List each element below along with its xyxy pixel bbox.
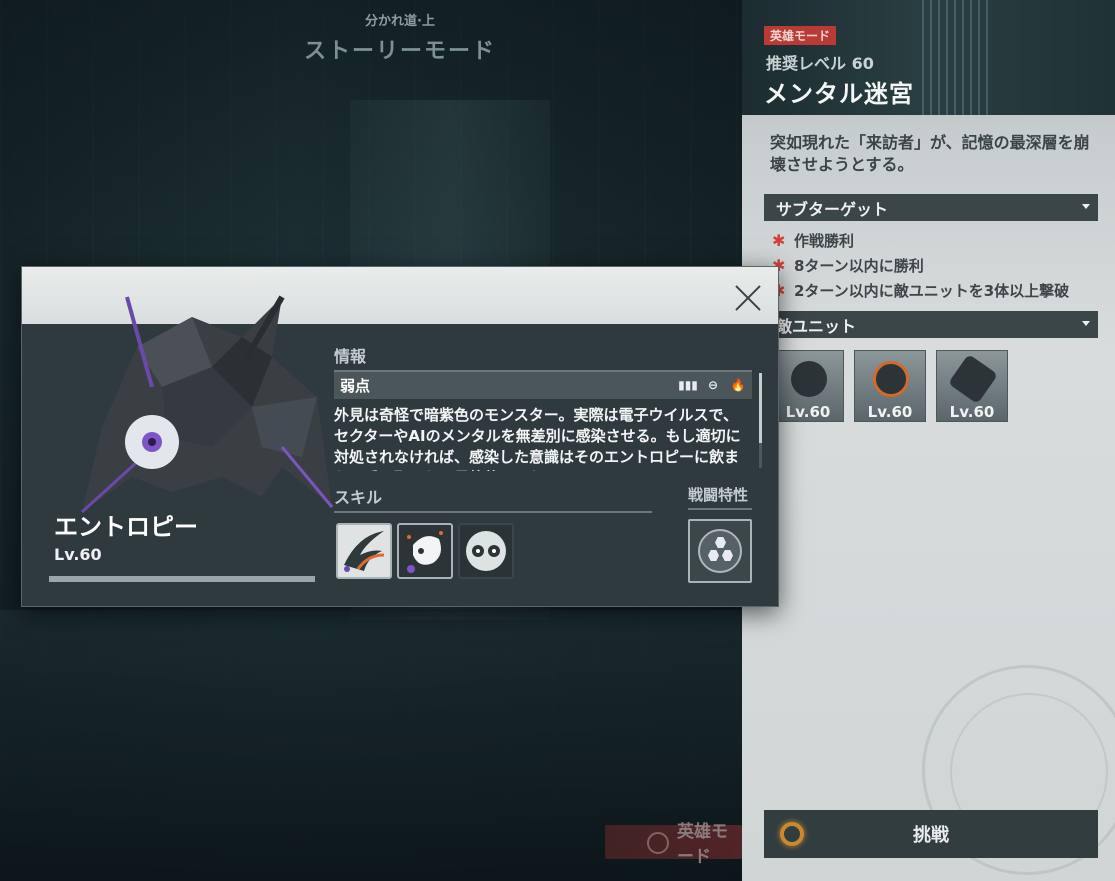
info-section-header: 情報 <box>334 343 752 372</box>
ring-icon <box>780 822 804 846</box>
story-title[interactable]: ストーリーモード <box>290 33 510 65</box>
hero-mode-tab-label: 英雄モード <box>677 822 728 867</box>
subtarget-text: 8ターン以内に勝利 <box>794 257 924 275</box>
monster-name: エントロピー <box>54 513 198 541</box>
chevron-down-icon <box>1082 321 1090 326</box>
hero-mode-tab[interactable]: 英雄モード <box>605 822 742 867</box>
monster-portrait <box>80 295 334 514</box>
list-item: ✱ 作戦勝利 <box>772 228 1069 253</box>
enemy-list: Lv.60 Lv.60 Lv.60 <box>772 350 1008 422</box>
weakness-bar: 弱点 ▮▮▮ ⊖ 🔥 <box>334 372 752 399</box>
enemy-info-modal: エントロピー Lv.60 情報 弱点 ▮▮▮ ⊖ 🔥 外見は奇怪で暗紫色のモンス… <box>21 266 779 607</box>
stage-info-panel: 英雄モード 推奨レベル 60 メンタル迷宮 突如現れた「来訪者」が、記憶の最深層… <box>742 0 1115 881</box>
recommended-level: 推奨レベル 60 <box>766 54 874 73</box>
enemy-level: Lv.60 <box>785 403 831 421</box>
enemy-level: Lv.60 <box>867 403 913 421</box>
weakness-label: 弱点 <box>340 377 371 395</box>
hexagon-cluster-icon <box>698 529 742 573</box>
mode-badge: 英雄モード <box>764 26 837 45</box>
trait-header-label: 戦闘特性 <box>688 486 749 504</box>
skill-header-label: スキル <box>334 488 383 507</box>
list-item: ✱ 8ターン以内に勝利 <box>772 253 1069 278</box>
asterisk-icon: ✱ <box>772 231 786 250</box>
trait-section-header: 戦闘特性 <box>688 484 752 510</box>
chevron-down-icon <box>1082 204 1090 209</box>
slash-skill-icon[interactable] <box>336 523 392 579</box>
close-icon[interactable] <box>730 279 766 315</box>
info-header-label: 情報 <box>334 347 367 366</box>
challenge-button[interactable]: 挑戦 <box>764 810 1098 858</box>
fire-icon: 🔥 <box>730 378 746 392</box>
story-subtitle: 分かれ道·上 <box>365 14 435 29</box>
subtarget-header[interactable]: サブターゲット <box>764 194 1098 221</box>
enemy-level: Lv.60 <box>949 403 995 421</box>
enemy-card[interactable]: Lv.60 <box>936 350 1008 422</box>
hero-mode-icon <box>647 832 669 854</box>
enemy-card[interactable]: Lv.60 <box>772 350 844 422</box>
subtarget-text: 2ターン以内に敵ユニットを3体以上撃破 <box>794 282 1070 300</box>
weakness-icons: ▮▮▮ ⊖ 🔥 <box>678 377 746 393</box>
list-item: ✱ 2ターン以内に敵ユニットを3体以上撃破 <box>772 278 1069 303</box>
stage-title: メンタル迷宮 <box>764 80 914 108</box>
eyes-skill-icon[interactable] <box>458 523 514 579</box>
enemy-units-header-label: 敵ユニット <box>776 316 857 336</box>
drone-enemy-icon <box>873 361 909 397</box>
battle-trait-slot[interactable] <box>688 519 752 583</box>
entropy-enemy-icon <box>947 353 999 405</box>
story-mode-header: 分かれ道·上 ストーリーモード <box>290 10 510 65</box>
monster-level: Lv.60 <box>54 545 102 564</box>
health-bar <box>49 576 315 582</box>
ranged-icon: ⊖ <box>707 378 719 392</box>
robot-enemy-icon <box>791 361 827 397</box>
challenge-label: 挑戦 <box>913 825 949 846</box>
skill-section-header: スキル <box>334 484 652 513</box>
subtarget-text: 作戦勝利 <box>794 232 855 250</box>
stage-description: 突如現れた「来訪者」が、記憶の最深層を崩壊させようとする。 <box>770 133 1090 174</box>
enemy-card[interactable]: Lv.60 <box>854 350 926 422</box>
scrollbar-thumb[interactable] <box>759 373 762 443</box>
subtarget-list: ✱ 作戦勝利 ✱ 8ターン以内に勝利 ✱ 2ターン以内に敵ユニットを3体以上撃破 <box>772 228 1069 303</box>
monster-description: 外見は奇怪で暗紫色のモンスター。実際は電子ウイルスで、セクターやAIのメンタルを… <box>334 406 741 471</box>
pierce-icon: ▮▮▮ <box>678 378 698 392</box>
splatter-skill-icon[interactable] <box>397 523 453 579</box>
enemy-units-header[interactable]: 敵ユニット <box>764 311 1098 338</box>
subtarget-header-label: サブターゲット <box>776 199 889 219</box>
skill-list <box>336 523 514 579</box>
